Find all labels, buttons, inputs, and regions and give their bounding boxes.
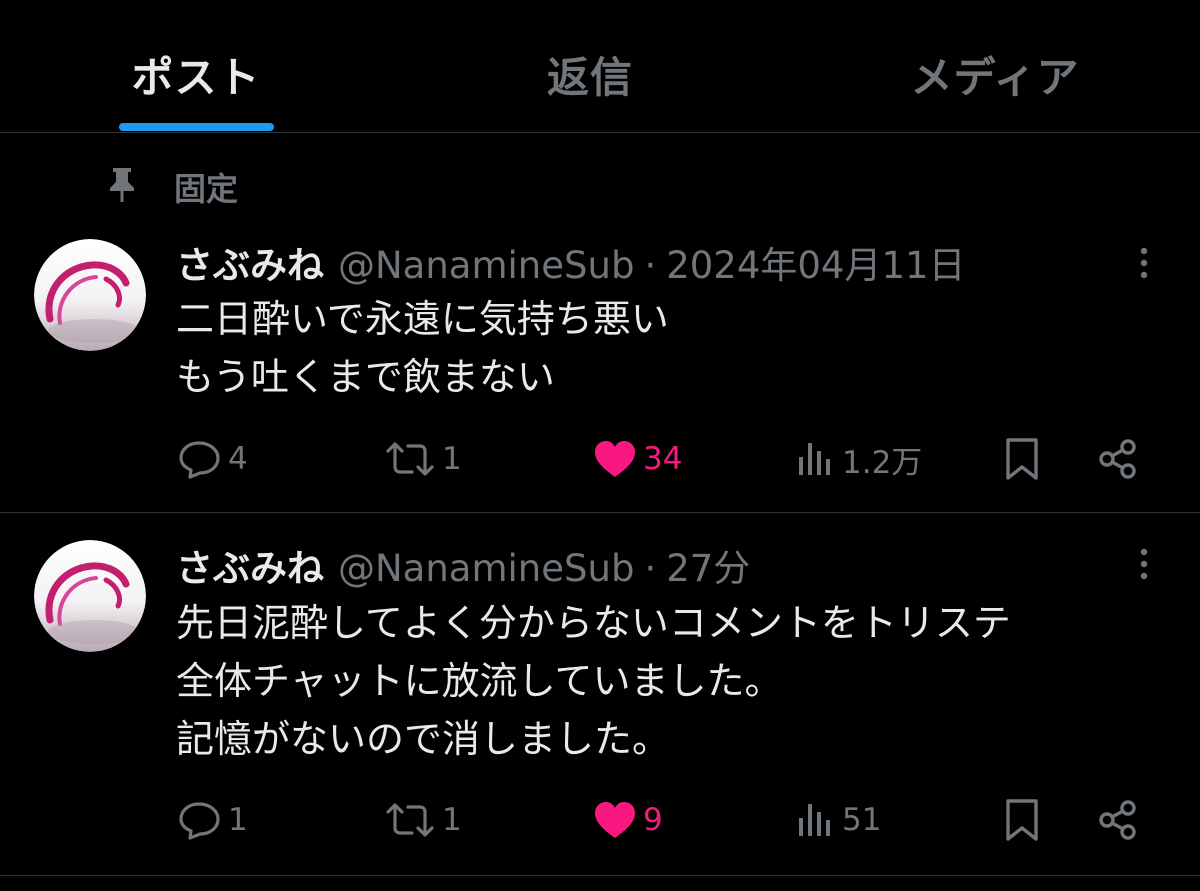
- bookmark-button[interactable]: [1004, 790, 1040, 850]
- post-timestamp[interactable]: 2024年04月11日: [666, 235, 965, 289]
- like-button[interactable]: 9: [593, 790, 663, 850]
- bookmark-icon: [1006, 438, 1038, 480]
- tab-replies[interactable]: 返信: [470, 0, 710, 133]
- views-icon: [799, 804, 830, 836]
- heart-icon: [595, 802, 635, 838]
- header-separator: ·: [644, 547, 657, 590]
- pinned-indicator: 固定: [108, 165, 238, 209]
- more-icon: [1140, 548, 1148, 580]
- tab-replies-label: 返信: [546, 53, 633, 102]
- share-icon: [1099, 439, 1136, 479]
- repost-icon: [386, 442, 434, 476]
- post-actions: 1 1 9 51: [0, 790, 1200, 850]
- pin-icon: [108, 166, 136, 208]
- repost-count: 1: [442, 441, 462, 477]
- post-timestamp[interactable]: 27分: [666, 538, 750, 592]
- reply-count: 4: [228, 441, 248, 477]
- post-header: さぶみね @NanamineSub · 2024年04月11日: [176, 235, 966, 289]
- post-text: 先日泥酔してよく分からないコメントをトリステ 全体チャットに放流していました。 …: [176, 601, 1011, 761]
- pinned-label: 固定: [174, 170, 239, 208]
- tab-posts[interactable]: ポスト: [80, 0, 312, 133]
- views-button[interactable]: 1.2万: [796, 429, 922, 489]
- user-handle[interactable]: @NanamineSub: [338, 244, 634, 287]
- post-header: さぶみね @NanamineSub · 27分: [176, 538, 750, 592]
- tab-posts-label: ポスト: [131, 53, 261, 102]
- display-name[interactable]: さぶみね: [176, 235, 324, 289]
- post[interactable]: さぶみね @NanamineSub · 2024年04月11日 二日酔いで永遠に…: [0, 213, 1200, 513]
- post[interactable]: さぶみね @NanamineSub · 27分 先日泥酔してよく分からないコメン…: [0, 514, 1200, 876]
- view-count: 1.2万: [842, 444, 923, 481]
- share-button[interactable]: [1096, 429, 1140, 489]
- tab-media[interactable]: メディア: [860, 0, 1130, 133]
- view-count: 51: [842, 802, 882, 838]
- share-icon: [1099, 800, 1136, 840]
- repost-icon: [386, 803, 434, 837]
- more-options-button[interactable]: [1132, 241, 1156, 285]
- post-text: 二日酔いで永遠に気持ち悪い もう吐くまで飲まない: [176, 297, 669, 399]
- bookmark-icon: [1006, 799, 1038, 841]
- reply-icon: [179, 441, 220, 479]
- tab-media-label: メディア: [910, 53, 1080, 102]
- more-icon: [1140, 247, 1148, 279]
- reply-icon: [179, 802, 220, 840]
- like-button[interactable]: 34: [593, 429, 682, 489]
- like-count: 34: [643, 441, 683, 477]
- repost-button[interactable]: 1: [384, 429, 462, 489]
- header-separator: ·: [644, 244, 657, 287]
- reply-button[interactable]: 1: [178, 790, 248, 850]
- profile-tabs: ポスト 返信 メディア: [0, 0, 1200, 133]
- avatar[interactable]: [34, 540, 146, 652]
- bookmark-button[interactable]: [1004, 429, 1040, 489]
- user-handle[interactable]: @NanamineSub: [338, 547, 634, 590]
- reply-button[interactable]: 4: [178, 429, 248, 489]
- more-options-button[interactable]: [1132, 542, 1156, 586]
- like-count: 9: [643, 802, 663, 838]
- avatar[interactable]: [34, 239, 146, 351]
- heart-icon: [595, 441, 635, 477]
- post-actions: 4 1 34 1.2万: [0, 429, 1200, 489]
- reply-count: 1: [228, 802, 248, 838]
- views-icon: [799, 443, 830, 475]
- views-button[interactable]: 51: [796, 790, 881, 850]
- display-name[interactable]: さぶみね: [176, 538, 324, 592]
- active-tab-indicator: [119, 123, 274, 131]
- repost-count: 1: [442, 802, 462, 838]
- repost-button[interactable]: 1: [384, 790, 462, 850]
- share-button[interactable]: [1096, 790, 1140, 850]
